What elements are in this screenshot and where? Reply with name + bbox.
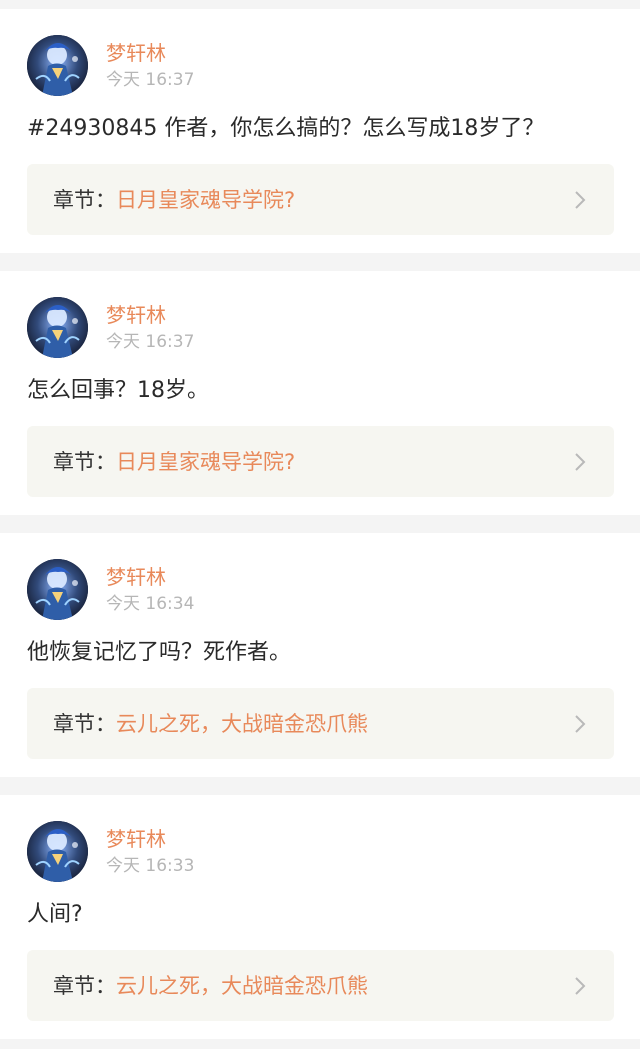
chevron-right-icon bbox=[575, 191, 586, 209]
comment-text: #24930845 作者，你怎么搞的？怎么写成18岁了？ bbox=[27, 116, 545, 141]
chapter-title: 日月皇家魂导学院? bbox=[116, 449, 296, 474]
username[interactable]: 梦轩林 bbox=[106, 40, 166, 66]
comment-card: 梦轩林 今天 16:37 #24930845 作者，你怎么搞的？怎么写成18岁了… bbox=[0, 9, 640, 253]
comment-text: 人间? bbox=[27, 902, 83, 927]
chapter-label: 章节： bbox=[53, 449, 116, 474]
comment-text: 他恢复记忆了吗？死作者。 bbox=[27, 640, 292, 665]
comment-time: 今天 16:37 bbox=[106, 332, 195, 352]
chevron-right-icon bbox=[575, 453, 586, 471]
comment-card: 梦轩林 今天 16:33 人间? 章节： 云儿之死，大战暗金恐爪熊 bbox=[0, 795, 640, 1039]
comment-text: 怎么回事？18岁。 bbox=[27, 378, 209, 403]
avatar-image bbox=[27, 35, 88, 96]
comment-time: 今天 16:34 bbox=[106, 594, 195, 614]
comment-card: 梦轩林 今天 16:37 怎么回事？18岁。 章节： 日月皇家魂导学院? bbox=[0, 271, 640, 515]
comment-time: 今天 16:33 bbox=[106, 856, 195, 876]
avatar[interactable] bbox=[27, 821, 88, 882]
avatar-image bbox=[27, 821, 88, 882]
chapter-link[interactable]: 章节： 日月皇家魂导学院? bbox=[27, 426, 614, 497]
username[interactable]: 梦轩林 bbox=[106, 302, 166, 328]
avatar-image bbox=[27, 559, 88, 620]
avatar-image bbox=[27, 297, 88, 358]
username[interactable]: 梦轩林 bbox=[106, 826, 166, 852]
chapter-title: 云儿之死，大战暗金恐爪熊 bbox=[116, 973, 368, 998]
chapter-label: 章节： bbox=[53, 187, 116, 212]
chapter-title: 日月皇家魂导学院? bbox=[116, 187, 296, 212]
chapter-label: 章节： bbox=[53, 973, 116, 998]
avatar[interactable] bbox=[27, 297, 88, 358]
username[interactable]: 梦轩林 bbox=[106, 564, 166, 590]
avatar[interactable] bbox=[27, 559, 88, 620]
avatar[interactable] bbox=[27, 35, 88, 96]
chapter-title: 云儿之死，大战暗金恐爪熊 bbox=[116, 711, 368, 736]
chevron-right-icon bbox=[575, 977, 586, 995]
chevron-right-icon bbox=[575, 715, 586, 733]
feed-top-spacer bbox=[0, 0, 640, 9]
chapter-label: 章节： bbox=[53, 711, 116, 736]
comment-card: 梦轩林 今天 16:34 他恢复记忆了吗？死作者。 章节： 云儿之死，大战暗金恐… bbox=[0, 533, 640, 777]
comment-feed: 梦轩林 今天 16:37 #24930845 作者，你怎么搞的？怎么写成18岁了… bbox=[0, 0, 640, 1049]
chapter-link[interactable]: 章节： 日月皇家魂导学院? bbox=[27, 164, 614, 235]
comment-time: 今天 16:37 bbox=[106, 70, 195, 90]
chapter-link[interactable]: 章节： 云儿之死，大战暗金恐爪熊 bbox=[27, 950, 614, 1021]
chapter-link[interactable]: 章节： 云儿之死，大战暗金恐爪熊 bbox=[27, 688, 614, 759]
